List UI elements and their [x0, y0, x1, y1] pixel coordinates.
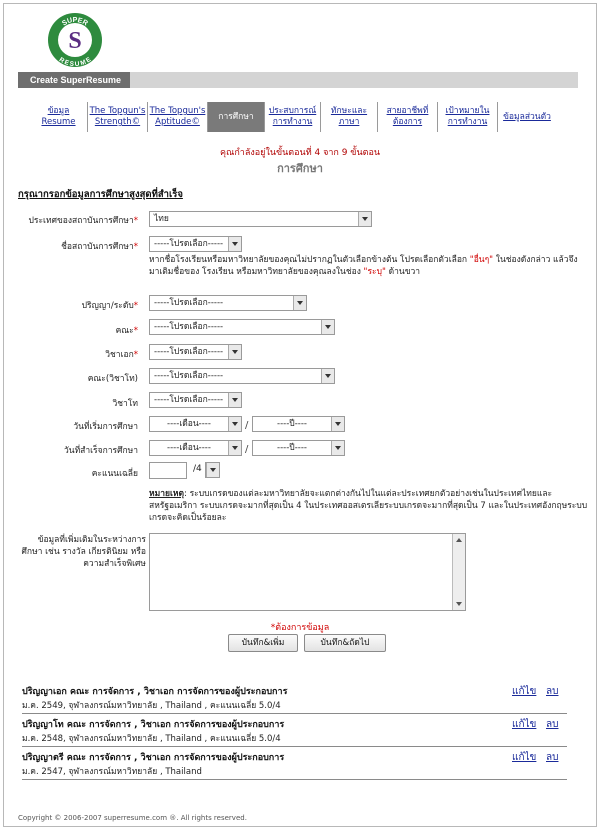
tab-strength[interactable]: The Topgun's Strength©: [88, 102, 148, 132]
form-heading: กรุณากรอกข้อมูลการศึกษาสูงสุดที่สำเร็จ: [18, 189, 183, 200]
tab-education[interactable]: การศึกษา: [208, 102, 265, 132]
footer-copyright: Copyright © 2006-2007 superresume.com ®.…: [18, 814, 247, 822]
gpa-label: คะแนนเฉลี่ย: [91, 469, 138, 479]
page-title: Create SuperResume: [18, 72, 130, 88]
tab-resume-info[interactable]: ข้อมูล Resume: [30, 102, 88, 132]
list-item: ปริญญาตรี คณะ การจัดการ , วิชาเอก การจัด…: [22, 750, 567, 780]
record-title: ปริญญาโท คณะ การจัดการ , วิชาเอก การจัดก…: [22, 720, 285, 730]
faculty-label: คณะ*: [115, 326, 138, 336]
list-item: ปริญญาโท คณะ การจัดการ , วิชาเอก การจัดก…: [22, 717, 567, 747]
faculty-minor-select[interactable]: -----โปรดเลือก-----: [149, 368, 335, 384]
grade-note: หมายเหตุ: ระบบเกรดของแต่ละมหาวิทยาลัยจะแ…: [149, 489, 588, 523]
chevron-down-icon: [206, 463, 219, 477]
institution-label: ชื่อสถาบันการศึกษา*: [61, 242, 138, 252]
institution-hint: หากชื่อโรงเรียนหรือมหาวิทยาลัยของคุณไม่ป…: [149, 255, 578, 277]
chevron-down-icon: [331, 417, 344, 431]
tab-career-path[interactable]: สายอาชีพที่ ต้องการ: [378, 102, 438, 132]
tab-personal-info[interactable]: ข้อมูลส่วนตัว: [498, 102, 556, 132]
chevron-down-icon: [228, 441, 241, 455]
tab-work-experience[interactable]: ประสบการณ์ การทำงาน: [265, 102, 321, 132]
edit-link[interactable]: แก้ไข: [512, 750, 536, 765]
degree-select[interactable]: -----โปรดเลือก-----: [149, 295, 307, 311]
edit-link[interactable]: แก้ไข: [512, 684, 536, 699]
record-detail: ม.ค. 2547, จุฬาลงกรณ์มหาวิทยาลัย , Thail…: [22, 767, 202, 777]
chevron-down-icon: [228, 237, 241, 251]
delete-link[interactable]: ลบ: [546, 684, 558, 699]
major-select[interactable]: -----โปรดเลือก-----: [149, 344, 242, 360]
chevron-down-icon: [228, 345, 241, 359]
extra-info-label: ข้อมูลที่เพิ่มเติมในระหว่างการศึกษา เช่น…: [21, 535, 146, 569]
title-bar: Create SuperResume: [18, 72, 578, 88]
degree-label: ปริญญา/ระดับ*: [81, 301, 138, 311]
step-indicator: คุณกำลังอยู่ในขั้นตอนที่ 4 จาก 9 ขั้นตอน: [219, 148, 381, 158]
minor-select[interactable]: -----โปรดเลือก-----: [149, 392, 242, 408]
chevron-down-icon: [228, 393, 241, 407]
major-label: วิชาเอก*: [105, 350, 138, 360]
date-separator: /: [245, 444, 249, 455]
faculty-select[interactable]: -----โปรดเลือก-----: [149, 319, 335, 335]
logo-letter: S: [68, 28, 81, 54]
chevron-down-icon: [321, 369, 334, 383]
edit-link[interactable]: แก้ไข: [512, 717, 536, 732]
date-separator: /: [245, 420, 249, 431]
gpa-scale-select[interactable]: [205, 462, 220, 478]
end-month-select[interactable]: ----เดือน----: [149, 440, 242, 456]
faculty-minor-label: คณะ(วิชาโท): [87, 374, 138, 384]
gpa-input[interactable]: [149, 462, 187, 479]
chevron-down-icon: [331, 441, 344, 455]
extra-info-textarea[interactable]: [149, 533, 466, 611]
superresume-logo[interactable]: SUPER RESUME S: [47, 12, 103, 68]
chevron-down-icon: [293, 296, 306, 310]
record-detail: ม.ค. 2548, จุฬาลงกรณ์มหาวิทยาลัย , Thail…: [22, 734, 281, 744]
gpa-scale: /4: [193, 464, 202, 474]
save-next-button[interactable]: บันทึก&ถัดไป: [304, 634, 386, 652]
list-item: ปริญญาเอก คณะ การจัดการ , วิชาเอก การจัด…: [22, 684, 567, 714]
end-date-label: วันที่สำเร็จการศึกษา: [63, 446, 138, 456]
chevron-down-icon: [358, 212, 371, 226]
start-year-select[interactable]: ----ปี----: [252, 416, 345, 432]
end-year-select[interactable]: ----ปี----: [252, 440, 345, 456]
start-month-select[interactable]: ----เดือน----: [149, 416, 242, 432]
institution-select[interactable]: -----โปรดเลือก-----: [149, 236, 242, 252]
country-label: ประเทศของสถาบันการศึกษา*: [28, 216, 138, 226]
minor-label: วิชาโท: [112, 399, 138, 409]
required-note: *ต้องการข้อมูล: [270, 623, 330, 633]
tab-aptitude[interactable]: The Topgun's Aptitude©: [148, 102, 208, 132]
tab-work-goals[interactable]: เป้าหมายใน การทำงาน: [438, 102, 498, 132]
delete-link[interactable]: ลบ: [546, 717, 558, 732]
delete-link[interactable]: ลบ: [546, 750, 558, 765]
section-title: การศึกษา: [277, 162, 323, 175]
chevron-down-icon: [228, 417, 241, 431]
record-title: ปริญญาเอก คณะ การจัดการ , วิชาเอก การจัด…: [22, 687, 288, 697]
save-add-button[interactable]: บันทึก&เพิ่ม: [228, 634, 298, 652]
scrollbar[interactable]: [452, 534, 465, 610]
chevron-down-icon: [321, 320, 334, 334]
start-date-label: วันที่เริ่มการศึกษา: [73, 422, 138, 432]
step-tabs: ข้อมูล Resume The Topgun's Strength© The…: [30, 102, 576, 132]
country-select[interactable]: ไทย: [149, 211, 372, 227]
record-detail: ม.ค. 2549, จุฬาลงกรณ์มหาวิทยาลัย , Thail…: [22, 701, 281, 711]
tab-skills-language[interactable]: ทักษะและ ภาษา: [321, 102, 378, 132]
record-title: ปริญญาตรี คณะ การจัดการ , วิชาเอก การจัด…: [22, 753, 285, 763]
